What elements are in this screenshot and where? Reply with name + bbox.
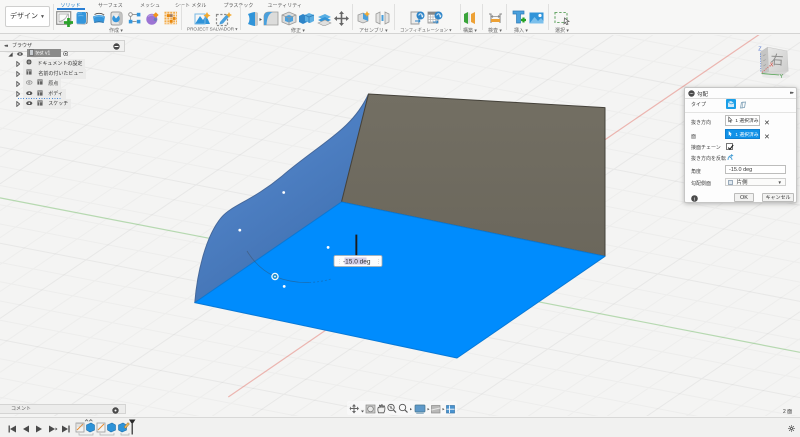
svg-text:-15.0 deg: -15.0 deg — [343, 259, 371, 266]
svg-text:⋮: ⋮ — [337, 259, 342, 265]
svg-text:X: X — [770, 63, 774, 69]
svg-text:⋮: ⋮ — [376, 259, 381, 265]
svg-text:Y: Y — [780, 74, 784, 80]
